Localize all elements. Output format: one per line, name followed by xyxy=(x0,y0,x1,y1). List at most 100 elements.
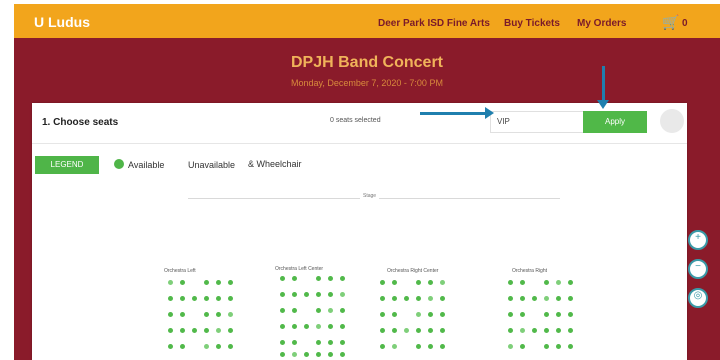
seat[interactable] xyxy=(428,344,433,349)
seat[interactable] xyxy=(280,276,285,281)
seat[interactable] xyxy=(204,312,209,317)
seat[interactable] xyxy=(568,328,573,333)
seat[interactable] xyxy=(508,280,513,285)
seat[interactable] xyxy=(404,328,409,333)
seat[interactable] xyxy=(180,280,185,285)
seat[interactable] xyxy=(168,296,173,301)
zoom-in-icon[interactable]: + xyxy=(688,230,708,250)
seat[interactable] xyxy=(416,280,421,285)
close-button[interactable] xyxy=(660,109,684,133)
seat[interactable] xyxy=(228,344,233,349)
seat[interactable] xyxy=(328,292,333,297)
seat[interactable] xyxy=(520,296,525,301)
seat[interactable] xyxy=(328,308,333,313)
seat[interactable] xyxy=(392,344,397,349)
seat[interactable] xyxy=(532,296,537,301)
seat[interactable] xyxy=(292,308,297,313)
seat[interactable] xyxy=(328,324,333,329)
seat[interactable] xyxy=(392,312,397,317)
nav-buy-tickets[interactable]: Buy Tickets xyxy=(504,18,560,29)
seat[interactable] xyxy=(416,328,421,333)
seat[interactable] xyxy=(508,328,513,333)
seat[interactable] xyxy=(316,308,321,313)
zoom-out-icon[interactable]: − xyxy=(688,259,708,279)
seat[interactable] xyxy=(556,344,561,349)
seat[interactable] xyxy=(304,352,309,357)
nav-my-orders[interactable]: My Orders xyxy=(577,18,626,29)
seat[interactable] xyxy=(168,328,173,333)
seat[interactable] xyxy=(340,292,345,297)
seat[interactable] xyxy=(532,328,537,333)
seat[interactable] xyxy=(340,340,345,345)
seat[interactable] xyxy=(544,328,549,333)
seat[interactable] xyxy=(568,312,573,317)
seat[interactable] xyxy=(440,280,445,285)
seat[interactable] xyxy=(416,296,421,301)
brand-logo[interactable]: U Ludus xyxy=(34,14,90,30)
seat[interactable] xyxy=(280,308,285,313)
seat[interactable] xyxy=(520,312,525,317)
seat[interactable] xyxy=(304,324,309,329)
seat[interactable] xyxy=(292,340,297,345)
seat[interactable] xyxy=(428,312,433,317)
seat[interactable] xyxy=(380,312,385,317)
seat[interactable] xyxy=(204,328,209,333)
seat[interactable] xyxy=(292,292,297,297)
seat[interactable] xyxy=(556,328,561,333)
seat[interactable] xyxy=(316,276,321,281)
seat[interactable] xyxy=(292,276,297,281)
seat[interactable] xyxy=(316,324,321,329)
seat[interactable] xyxy=(316,352,321,357)
seat[interactable] xyxy=(556,312,561,317)
seat[interactable] xyxy=(340,276,345,281)
seat[interactable] xyxy=(416,312,421,317)
seat[interactable] xyxy=(216,280,221,285)
seat[interactable] xyxy=(428,280,433,285)
seat[interactable] xyxy=(316,292,321,297)
seat[interactable] xyxy=(392,280,397,285)
seat[interactable] xyxy=(328,340,333,345)
seat[interactable] xyxy=(180,328,185,333)
seat[interactable] xyxy=(544,296,549,301)
seat[interactable] xyxy=(544,312,549,317)
seat[interactable] xyxy=(168,280,173,285)
seat[interactable] xyxy=(216,296,221,301)
seat[interactable] xyxy=(556,296,561,301)
seat[interactable] xyxy=(520,280,525,285)
seat[interactable] xyxy=(380,296,385,301)
seat[interactable] xyxy=(404,296,409,301)
seat[interactable] xyxy=(180,344,185,349)
seat[interactable] xyxy=(292,324,297,329)
seat[interactable] xyxy=(340,352,345,357)
seat[interactable] xyxy=(568,296,573,301)
seat[interactable] xyxy=(216,328,221,333)
seat[interactable] xyxy=(440,312,445,317)
seat[interactable] xyxy=(340,308,345,313)
seat[interactable] xyxy=(544,280,549,285)
seat[interactable] xyxy=(568,344,573,349)
seat[interactable] xyxy=(328,352,333,357)
seat[interactable] xyxy=(544,344,549,349)
seat[interactable] xyxy=(280,324,285,329)
seat[interactable] xyxy=(508,312,513,317)
seat[interactable] xyxy=(508,344,513,349)
seat[interactable] xyxy=(280,292,285,297)
seat[interactable] xyxy=(316,340,321,345)
seat[interactable] xyxy=(520,344,525,349)
seat[interactable] xyxy=(204,344,209,349)
seat[interactable] xyxy=(228,312,233,317)
seat[interactable] xyxy=(304,292,309,297)
seat[interactable] xyxy=(428,328,433,333)
seat[interactable] xyxy=(428,296,433,301)
seat[interactable] xyxy=(440,328,445,333)
seat[interactable] xyxy=(180,312,185,317)
legend-button[interactable]: LEGEND xyxy=(35,156,99,174)
seat[interactable] xyxy=(280,340,285,345)
seat[interactable] xyxy=(216,344,221,349)
seat[interactable] xyxy=(168,344,173,349)
seat[interactable] xyxy=(392,296,397,301)
seat[interactable] xyxy=(380,328,385,333)
seat[interactable] xyxy=(556,280,561,285)
seat[interactable] xyxy=(280,352,285,357)
seat[interactable] xyxy=(508,296,513,301)
